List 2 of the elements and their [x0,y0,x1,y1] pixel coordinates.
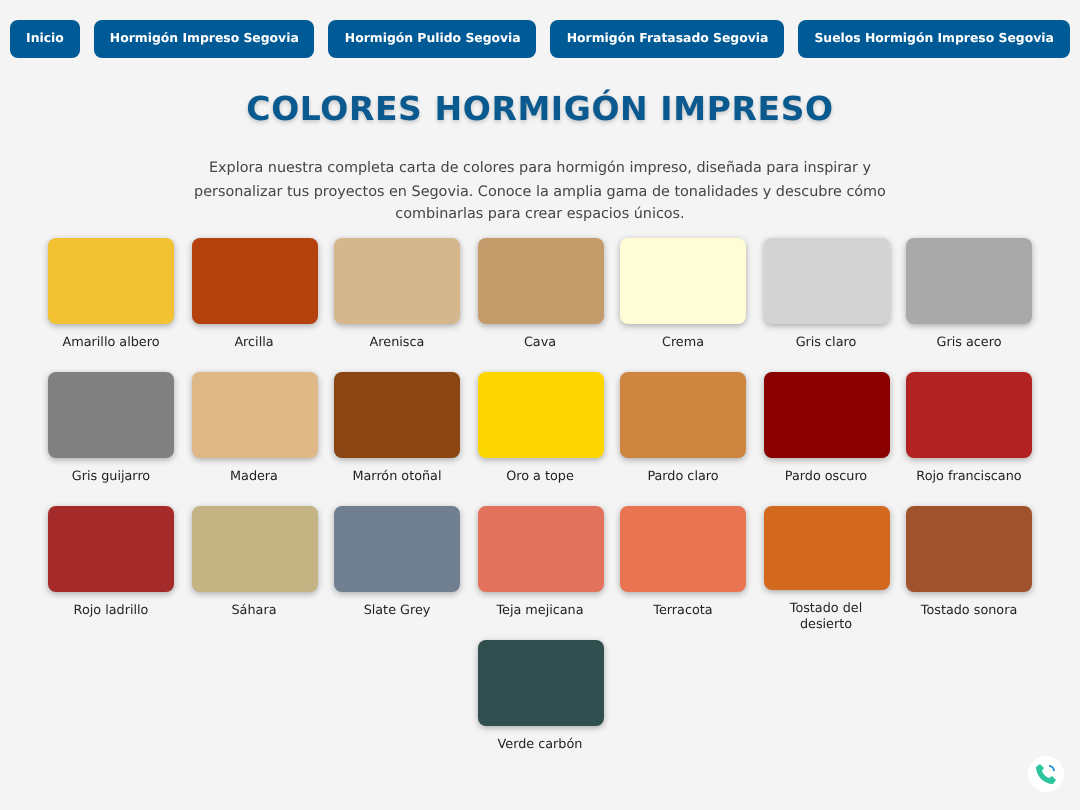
page-title: COLORES HORMIGÓN IMPRESO [244,90,836,128]
phone-icon[interactable] [1028,756,1064,792]
